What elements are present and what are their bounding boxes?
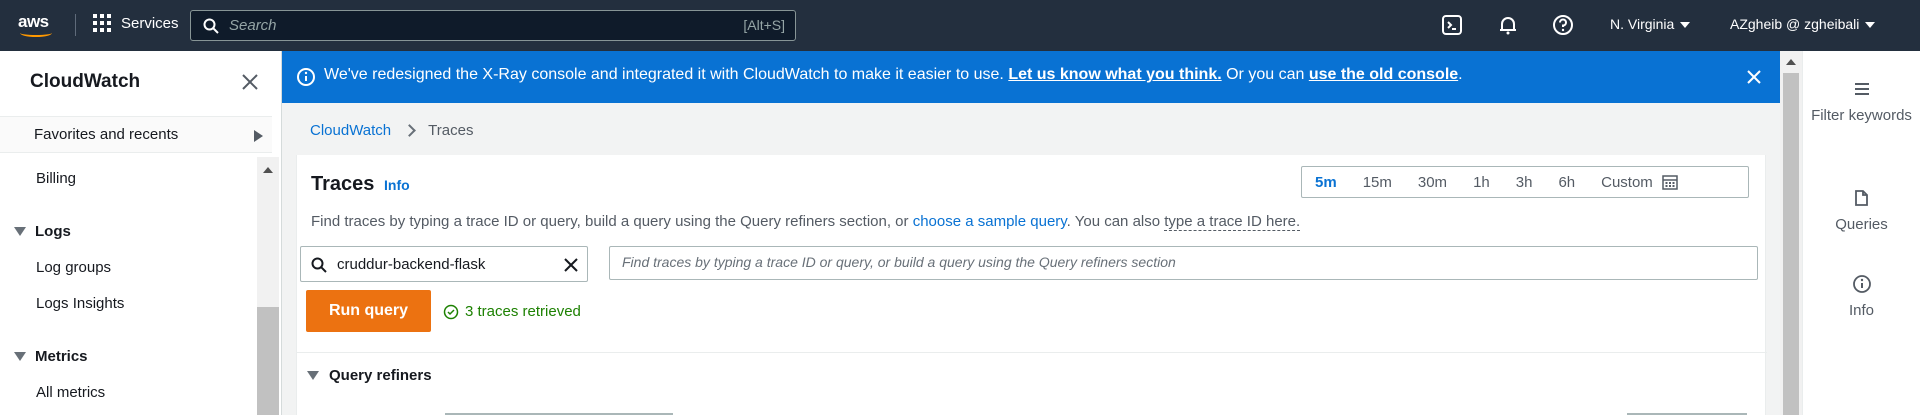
menu-icon <box>1854 83 1869 95</box>
divider <box>297 352 1767 353</box>
feedback-link[interactable]: Let us know what you think. <box>1008 66 1221 83</box>
region-label: N. Virginia <box>1610 16 1675 32</box>
search-icon <box>311 257 327 273</box>
banner-text: We've redesigned the X-Ray console and i… <box>324 66 1009 83</box>
query-refiners-toggle[interactable]: Query refiners <box>307 367 432 384</box>
caret-right-icon <box>254 130 263 142</box>
chevron-down-icon <box>1680 22 1691 29</box>
global-search[interactable]: [Alt+S] <box>190 10 796 41</box>
sample-query-link[interactable]: choose a sample query <box>913 213 1067 230</box>
grid-icon <box>93 14 111 32</box>
info-icon <box>1852 275 1871 293</box>
banner-text-end: . <box>1458 66 1463 83</box>
desc-text-middle: . You can also <box>1066 213 1165 230</box>
time-range-custom[interactable]: Custom <box>1588 174 1666 191</box>
scroll-up-icon[interactable] <box>263 167 273 173</box>
queries-button[interactable]: Queries <box>1803 188 1920 236</box>
run-query-button[interactable]: Run query <box>306 290 431 332</box>
trace-id-link[interactable]: type a trace ID here. <box>1164 213 1301 231</box>
help-icon[interactable] <box>1552 14 1574 36</box>
aws-smile-icon <box>20 29 52 37</box>
close-icon[interactable] <box>239 71 261 93</box>
search-icon <box>203 18 219 34</box>
traces-panel: Traces Info 5m 15m 30m 1h 3h 6h Custom F… <box>296 155 1767 415</box>
scrollbar-thumb[interactable] <box>1783 73 1799 415</box>
filter-keywords-button[interactable]: Filter keywords <box>1803 79 1920 127</box>
chevron-down-icon <box>1865 22 1876 29</box>
caret-down-icon <box>14 352 26 361</box>
sidebar-title: CloudWatch <box>30 71 141 92</box>
close-icon[interactable] <box>1744 67 1764 87</box>
breadcrumb-current: Traces <box>428 122 474 139</box>
time-range-30m[interactable]: 30m <box>1405 174 1460 191</box>
time-range-selector: 5m 15m 30m 1h 3h 6h Custom <box>1301 166 1749 198</box>
time-range-5m[interactable]: 5m <box>1302 174 1350 191</box>
caret-down-icon <box>14 227 26 236</box>
scroll-up-icon[interactable] <box>1786 59 1796 65</box>
main-content: CloudWatch Traces Traces Info 5m 15m 30m… <box>282 103 1780 415</box>
info-link[interactable]: Info <box>384 177 410 193</box>
services-menu-button[interactable]: Services <box>93 14 179 32</box>
time-range-3h[interactable]: 3h <box>1503 174 1546 191</box>
search-input[interactable] <box>229 17 709 34</box>
info-panel-button[interactable]: Info <box>1803 274 1920 322</box>
query-status: 3 traces retrieved <box>443 303 581 320</box>
query-input[interactable] <box>622 254 1742 270</box>
info-icon <box>297 68 315 86</box>
calendar-icon[interactable] <box>1662 174 1678 190</box>
sidebar-item-all-metrics[interactable]: All metrics <box>36 384 105 401</box>
filter-keywords-label: Filter keywords <box>1811 107 1912 124</box>
folder-icon <box>1854 190 1868 206</box>
old-console-link[interactable]: use the old console <box>1309 66 1458 83</box>
time-range-6h[interactable]: 6h <box>1545 174 1588 191</box>
sidebar-item-logs-insights[interactable]: Logs Insights <box>36 295 124 312</box>
scrollbar-thumb[interactable] <box>257 307 279 415</box>
account-menu[interactable]: AZgheib @ zgheibali <box>1730 16 1876 32</box>
chevron-right-icon <box>403 124 417 137</box>
time-range-1h[interactable]: 1h <box>1460 174 1503 191</box>
group-filter-input[interactable]: cruddur-backend-flask <box>300 246 588 282</box>
bell-icon[interactable] <box>1497 14 1519 36</box>
group-filter-value: cruddur-backend-flask <box>337 256 486 273</box>
page-title: Traces <box>311 173 375 195</box>
breadcrumb: CloudWatch Traces <box>310 122 473 139</box>
check-circle-icon <box>443 304 459 319</box>
query-field[interactable] <box>609 246 1758 280</box>
sidebar-item-billing[interactable]: Billing <box>36 170 76 187</box>
caret-down-icon <box>307 371 319 380</box>
desc-text: Find traces by typing a trace ID or quer… <box>311 213 913 230</box>
time-range-15m[interactable]: 15m <box>1350 174 1405 191</box>
query-refiners-label: Query refiners <box>329 367 432 384</box>
sidebar-item-log-groups[interactable]: Log groups <box>36 259 111 276</box>
search-shortcut: [Alt+S] <box>743 17 785 33</box>
account-label: AZgheib @ zgheibali <box>1730 16 1860 32</box>
top-navigation: aws Services [Alt+S] N. Virginia AZgheib… <box>0 0 1920 51</box>
sidebar-section-label: Metrics <box>35 348 88 365</box>
side-navigation: CloudWatch Favorites and recents Billing… <box>0 51 282 415</box>
breadcrumb-cloudwatch[interactable]: CloudWatch <box>310 122 391 139</box>
status-text: 3 traces retrieved <box>465 303 581 320</box>
info-label: Info <box>1848 302 1875 319</box>
sidebar-scrollbar[interactable] <box>257 157 279 415</box>
tools-rail: Filter keywords Queries Info <box>1802 51 1920 415</box>
aws-logo[interactable]: aws <box>18 12 56 38</box>
info-banner: We've redesigned the X-Ray console and i… <box>282 51 1780 103</box>
clear-icon[interactable] <box>563 257 579 273</box>
queries-label: Queries <box>1835 216 1888 233</box>
banner-text-middle: Or you can <box>1221 66 1309 83</box>
favorites-and-recents[interactable]: Favorites and recents <box>0 116 272 153</box>
sidebar-section-logs[interactable]: Logs <box>14 223 71 240</box>
services-label: Services <box>121 14 179 32</box>
favorites-label: Favorites and recents <box>34 126 179 143</box>
sidebar-section-label: Logs <box>35 223 71 240</box>
main-scrollbar[interactable] <box>1780 51 1802 415</box>
traces-description: Find traces by typing a trace ID or quer… <box>311 213 1301 231</box>
nav-divider <box>75 14 76 36</box>
sidebar-section-metrics[interactable]: Metrics <box>14 348 88 365</box>
region-selector[interactable]: N. Virginia <box>1610 16 1691 32</box>
banner-message: We've redesigned the X-Ray console and i… <box>324 66 1463 84</box>
cloudshell-icon[interactable] <box>1441 14 1463 36</box>
